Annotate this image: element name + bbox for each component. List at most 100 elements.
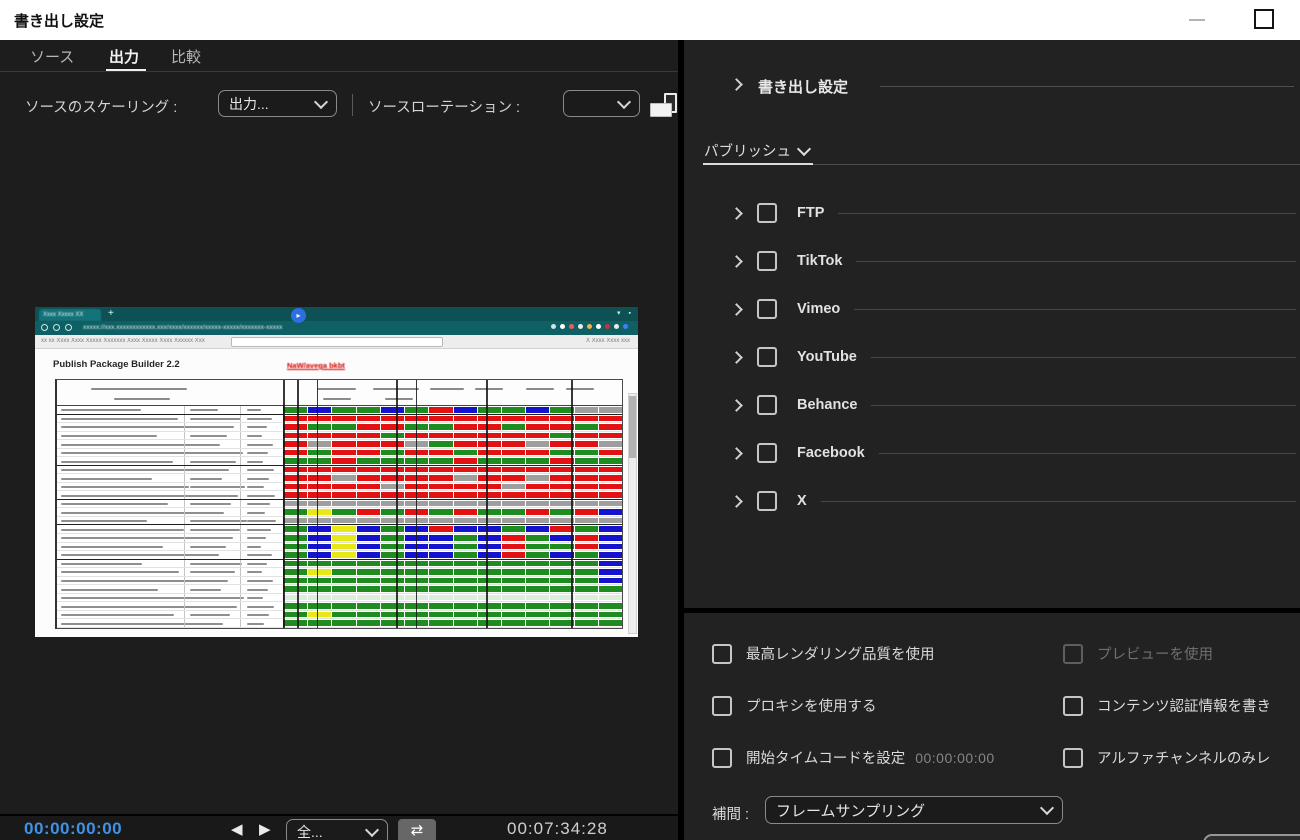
tab-source[interactable]: ソース xyxy=(30,46,74,67)
preview-extension-badge-icon: ▸ xyxy=(291,308,306,323)
publish-underline xyxy=(703,163,813,165)
publish-item-label: Behance xyxy=(797,397,858,413)
set-in-point-icon[interactable]: ◀ xyxy=(231,820,243,838)
preview-table-row xyxy=(57,448,623,458)
preview-newtab-icon: + xyxy=(108,308,114,319)
export-settings-window: 書き出し設定 ソース 出力 比較 ソースのスケーリング : 出力... ソースロ… xyxy=(0,0,1300,840)
option-row: 開始タイムコードを設定 00:00:00:00 xyxy=(712,747,995,768)
tab-bar: ソース 出力 比較 xyxy=(0,40,678,72)
window-title: 書き出し設定 xyxy=(14,13,105,30)
interpolation-row: 補間 : xyxy=(712,803,749,824)
preview-table-row xyxy=(57,491,623,500)
transport-bar: 00:00:00:00 ◀ ▶ 全... ⇄ 00:07:34:28 xyxy=(0,814,678,840)
option-checkbox xyxy=(1063,643,1083,664)
range-dropdown[interactable]: 全... xyxy=(286,819,388,840)
publish-checkbox[interactable] xyxy=(757,491,777,511)
publish-panel: 書き出し設定 パブリッシュ FTP TikTok Vimeo YouTube Behan… xyxy=(684,40,1300,608)
current-timecode[interactable]: 00:00:00:00 xyxy=(24,819,122,839)
option-row: 最高レンダリング品質を使用 xyxy=(712,643,935,664)
preview-page-toolbar: xx xx Xxxx Xxxx Xxxxx Xxxxxxx Xxxx Xxxxx… xyxy=(35,335,638,349)
preview-table-row xyxy=(57,551,623,560)
preview-table-row xyxy=(57,406,623,415)
publish-checkbox[interactable] xyxy=(757,251,777,271)
option-label: 開始タイムコードを設定 xyxy=(746,751,906,767)
chevron-right-icon[interactable] xyxy=(730,494,743,508)
option-checkbox[interactable] xyxy=(1063,747,1083,768)
tab-compare[interactable]: 比較 xyxy=(171,46,201,67)
option-label: 最高レンダリング品質を使用 xyxy=(746,647,935,663)
publish-item-youtube: YouTube xyxy=(684,333,1296,381)
item-rule xyxy=(878,452,1296,454)
interpolation-dropdown[interactable]: フレームサンプリング xyxy=(765,796,1063,824)
preview-table-row xyxy=(57,474,623,483)
option-checkbox[interactable] xyxy=(712,747,732,768)
preview-table-row xyxy=(57,414,623,424)
option-checkbox[interactable] xyxy=(712,643,732,664)
chevron-right-icon[interactable] xyxy=(730,446,743,460)
publish-checkbox[interactable] xyxy=(757,443,777,463)
publish-item-label: FTP xyxy=(797,205,825,221)
source-scaling-dropdown[interactable]: 出力... xyxy=(218,90,337,117)
chevron-right-icon[interactable] xyxy=(730,302,743,316)
item-rule xyxy=(820,500,1296,502)
in-out-range-button[interactable]: ⇄ xyxy=(398,819,436,840)
preview-table-row xyxy=(57,593,623,603)
swap-arrows-icon: ⇄ xyxy=(410,822,424,839)
preview-table-row xyxy=(57,465,623,475)
preview-page: Publish Package Builder 2.2 NaW/avega bk… xyxy=(35,349,638,637)
chevron-right-icon[interactable] xyxy=(730,254,743,268)
option-row: プレビューを使用 xyxy=(1063,643,1213,664)
range-value: 全... xyxy=(297,824,323,840)
preview-table-row xyxy=(57,602,623,611)
source-rotation-dropdown[interactable] xyxy=(563,90,640,117)
option-checkbox[interactable] xyxy=(1063,695,1083,716)
preview-table-row xyxy=(57,525,623,534)
preview-window-controls: ▾ ▪ xyxy=(617,310,634,317)
chevron-right-icon[interactable] xyxy=(730,350,743,364)
preview-table-row xyxy=(57,559,623,569)
preview-table-header xyxy=(57,380,622,406)
preview-url-text: xxxxx://xxx.xxxxxxxxxxxx.xxx/xxxx/xxxxxx… xyxy=(83,324,283,331)
tab-output[interactable]: 出力 xyxy=(109,46,139,67)
chevron-down-icon xyxy=(1039,800,1055,816)
publish-checkbox[interactable] xyxy=(757,347,777,367)
publish-checkbox[interactable] xyxy=(757,203,777,223)
preview-toolbar-left-text: xx xx Xxxx Xxxx Xxxxx Xxxxxxx Xxxx Xxxxx… xyxy=(41,338,205,344)
export-settings-section-label[interactable]: 書き出し設定 xyxy=(758,76,848,97)
video-preview-frame: Xxxx Xxxxx XX + ▾ ▪ ▸ xxxxx://xxx.xxxxxx… xyxy=(35,307,638,637)
preview-table-row xyxy=(57,431,623,441)
scaling-toolbar: ソースのスケーリング : 出力... ソースローテーション : xyxy=(0,84,678,128)
publish-checkbox[interactable] xyxy=(757,299,777,319)
preview-table-row xyxy=(57,516,623,526)
chevron-right-icon[interactable] xyxy=(730,206,743,220)
preview-table-row xyxy=(57,542,623,552)
chevron-right-icon[interactable] xyxy=(730,398,743,412)
preview-red-notice: NaW/avega bkbt xyxy=(287,361,345,370)
option-label: プロキシを使用する xyxy=(746,699,877,715)
preview-table-row xyxy=(57,423,623,432)
preview-table-row xyxy=(57,499,623,509)
orientation-icon[interactable] xyxy=(650,93,678,119)
preview-table-row xyxy=(57,533,623,543)
option-checkbox[interactable] xyxy=(712,695,732,716)
option-row: コンテンツ認証情報を書き xyxy=(1063,695,1271,716)
source-rotation-label: ソースローテーション : xyxy=(368,100,521,116)
chevron-down-icon xyxy=(364,822,380,838)
publish-checkbox[interactable] xyxy=(757,395,777,415)
preview-table-row xyxy=(57,568,623,577)
option-label: コンテンツ認証情報を書き xyxy=(1097,699,1271,715)
maximize-button[interactable] xyxy=(1254,9,1274,29)
preview-table-row xyxy=(57,508,623,517)
minimize-button[interactable] xyxy=(1184,8,1210,32)
preview-scrollbar xyxy=(628,393,637,634)
publish-item-facebook: Facebook xyxy=(684,429,1296,477)
item-rule xyxy=(838,212,1296,214)
partial-button[interactable] xyxy=(1203,834,1300,840)
duration-timecode: 00:07:34:28 xyxy=(507,819,608,838)
source-scaling-value: 出力... xyxy=(229,95,269,112)
set-out-point-icon[interactable]: ▶ xyxy=(259,820,271,838)
preview-browser-tabbar: Xxxx Xxxxx XX + ▾ ▪ xyxy=(35,307,638,321)
chevron-right-icon[interactable] xyxy=(730,78,743,91)
options-panel: 最高レンダリング品質を使用 プレビューを使用プロキシを使用する コンテンツ認証情報を… xyxy=(684,613,1300,840)
publish-section-label[interactable]: パブリッシュ xyxy=(704,140,812,161)
